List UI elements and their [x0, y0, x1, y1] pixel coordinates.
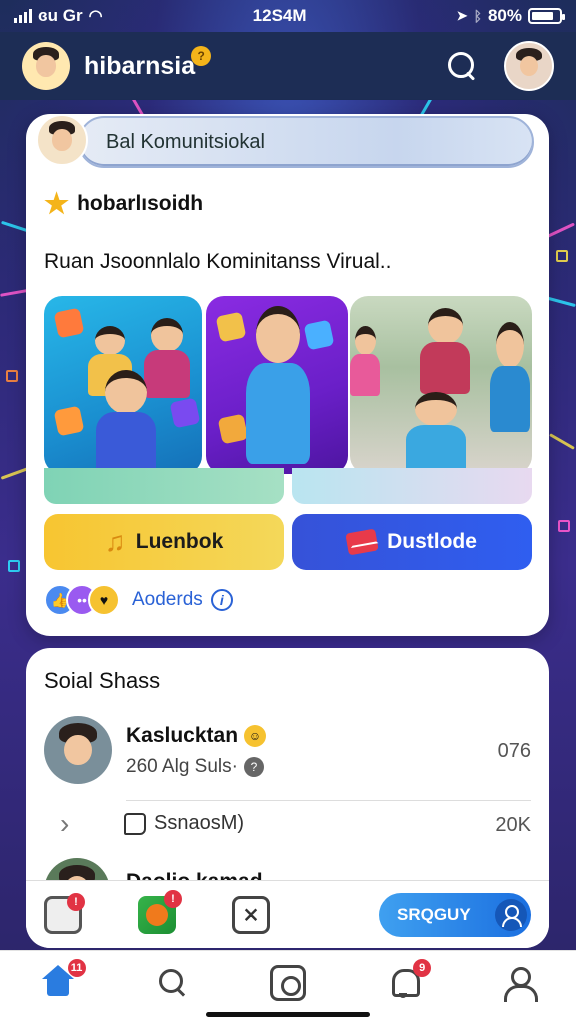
photo-footer [44, 468, 532, 504]
brand-badge: ? [191, 45, 212, 66]
feed-icon[interactable]: ! [44, 892, 85, 934]
section-title: Soial Shass [44, 668, 161, 693]
search-nav-icon[interactable] [155, 965, 191, 1001]
primary-action-label: Luenbok [135, 530, 224, 553]
like-button[interactable]: SsnaosM) [124, 812, 244, 835]
music-note-icon: ♫ [104, 526, 126, 557]
mail-icon [345, 528, 379, 556]
bell-icon[interactable]: 9 [385, 959, 432, 1001]
photo-1[interactable] [44, 296, 202, 474]
bell-badge: 9 [413, 959, 432, 977]
search-icon[interactable] [446, 50, 478, 82]
reaction-heart-eyes-icon: ♥ [88, 584, 120, 616]
like-label: SsnaosM) [154, 812, 245, 834]
photo-2[interactable] [206, 296, 348, 474]
signal-icon [14, 9, 32, 23]
brand-name: hibarnsia [84, 51, 196, 80]
battery-icon [528, 8, 565, 24]
feed-badge: ! [67, 892, 85, 911]
profile-icon[interactable] [500, 965, 539, 1002]
item-count: 076 [497, 740, 531, 762]
bluetooth-icon: ᛒ [473, 8, 482, 24]
fruit-badge: ! [164, 889, 182, 908]
post-description: Ruan Jsoonnlalo Kominitanss Virual.. [44, 250, 392, 273]
item-avatar[interactable] [44, 716, 112, 784]
secondary-action-label: Dustlode [387, 530, 477, 553]
battery-percent: 80% [487, 6, 522, 25]
home-icon[interactable]: 11 [40, 959, 86, 1001]
fruit-app-icon[interactable]: ! [138, 889, 182, 934]
wifi-icon: ◠ [88, 8, 103, 25]
action-bar: ! ! ⨯ SRQGUY [26, 880, 549, 948]
status-bar: ɞu Gr ◠ 12S4M ➤ ᛒ 80% [0, 0, 576, 32]
clock: 12S4M [252, 6, 307, 25]
primary-action-button[interactable]: ♫ Luenbok [44, 514, 284, 570]
photo-gallery[interactable] [44, 296, 532, 474]
post-title: ★ hobarlısoidh [44, 190, 203, 218]
star-icon: ★ [44, 188, 70, 219]
user-avatar[interactable] [22, 42, 70, 90]
social-card: Soial Shass Kaslucktan ☺ 260 Alg Suls· ?… [26, 648, 549, 948]
home-indicator [206, 1012, 370, 1017]
cta-label: SRQGUY [397, 904, 471, 924]
smile-emoji-icon: ☺ [244, 725, 267, 747]
composer-input[interactable]: Bal Komunitsiokal [78, 116, 534, 168]
composer-placeholder: Bal Komunitsiokal [106, 130, 265, 153]
secondary-action-button[interactable]: Dustlode [292, 514, 532, 570]
app-header: hibarnsia ? [0, 32, 576, 100]
chevron-right-icon[interactable]: › [60, 808, 69, 840]
item-name-text: Kaslucktan [126, 724, 239, 747]
info-icon[interactable]: i [210, 589, 233, 611]
divider [126, 800, 531, 801]
question-icon[interactable]: ? [243, 757, 264, 777]
reactions-row[interactable]: 👍 •• ♥ Aoderds i [44, 584, 233, 616]
location-icon: ➤ [456, 8, 468, 23]
item-subtitle: 260 Alg Suls· ? [126, 756, 264, 778]
profile-avatar[interactable] [504, 41, 554, 91]
thumbs-up-icon [124, 812, 146, 835]
tools-icon[interactable]: ⨯ [232, 895, 270, 934]
like-count: 20K [495, 814, 531, 836]
app-brand: hibarnsia ? [84, 45, 212, 81]
camera-icon[interactable] [269, 965, 306, 1001]
photo-3[interactable] [350, 296, 532, 474]
item-subtitle-text: 260 Alg Suls· [126, 756, 238, 777]
composer-avatar[interactable] [36, 114, 88, 166]
reactions-label[interactable]: Aoderds [132, 589, 203, 611]
post-title-text: hobarlısoidh [77, 192, 204, 215]
user-icon [495, 898, 527, 931]
carrier-label: ɞu Gr [38, 6, 83, 25]
cta-pill-button[interactable]: SRQGUY [379, 892, 531, 937]
home-badge: 11 [67, 959, 86, 977]
item-name[interactable]: Kaslucktan ☺ [126, 724, 267, 748]
